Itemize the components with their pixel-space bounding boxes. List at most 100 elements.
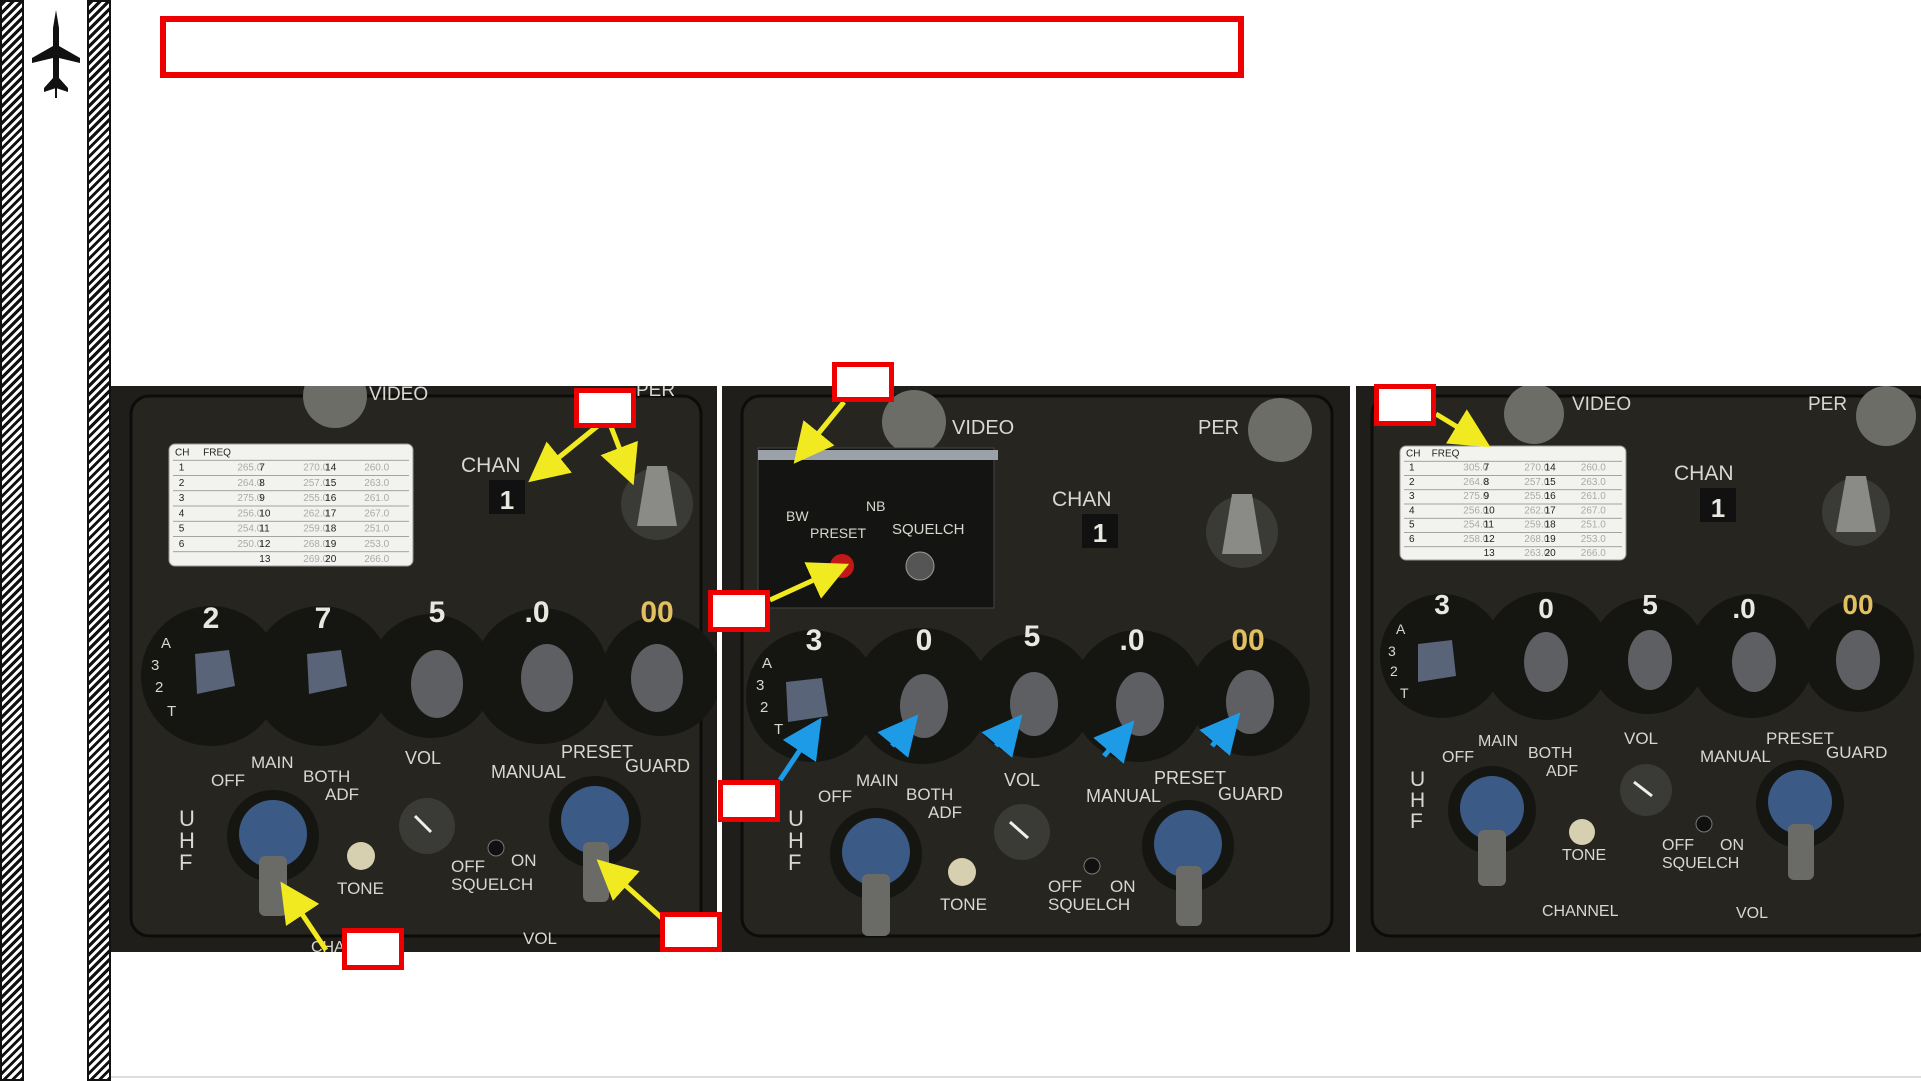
- callout-box-5: [342, 928, 404, 970]
- callout-box-4: [718, 780, 780, 822]
- uhf-panel-1-graphic: VIDEO PER CH FREQ1 265.07 270.014 260.02 264.…: [111, 386, 717, 952]
- freq-knob-2[interactable]: [1524, 632, 1568, 692]
- table-freq-cell: 266.0: [1581, 548, 1606, 559]
- table-channel-cell: 9: [259, 493, 265, 504]
- freq-knob-4[interactable]: [1116, 672, 1164, 736]
- freq-knob-2[interactable]: [900, 674, 948, 738]
- per-label: PER: [1808, 394, 1847, 415]
- squelch-on-label: ON: [1110, 877, 1136, 896]
- squelch-off-label: OFF: [1048, 877, 1082, 896]
- freq-digit-5: 00: [640, 596, 673, 629]
- callout-box-3: [708, 590, 770, 632]
- table-channel-cell: 12: [1484, 534, 1496, 545]
- table-channel-cell: 15: [1545, 477, 1557, 488]
- preset-toggle-label: PRESET: [810, 525, 866, 541]
- freq-knob-5[interactable]: [1226, 670, 1274, 734]
- both-label: BOTH: [1528, 745, 1572, 762]
- table-channel-cell: 12: [259, 539, 271, 550]
- table-channel-cell: 16: [325, 493, 337, 504]
- table-channel-cell: 7: [1484, 463, 1490, 474]
- uhf-panel-3: VIDEO PER CH FREQ 1 305.0 7 270.0 14 260.0 2 264.…: [1356, 386, 1921, 952]
- freq-digit-5: 00: [1231, 624, 1264, 657]
- table-freq-cell: 251.0: [364, 524, 389, 535]
- freq-digit-3: 5: [1024, 620, 1041, 653]
- uhf-panel-2-graphic: VIDEO PER BW NB PRESET SQUELCH CHAN 1 3 …: [722, 386, 1350, 952]
- table-channel-cell: 20: [1545, 548, 1557, 559]
- freq-knob-5[interactable]: [1836, 630, 1880, 690]
- table-channel-cell: 3: [1409, 491, 1415, 502]
- squelch-toggle[interactable]: [905, 551, 935, 581]
- vol-label: VOL: [1004, 770, 1040, 790]
- freq-knob-3[interactable]: [1010, 672, 1058, 736]
- squelch-switch[interactable]: [1695, 815, 1713, 833]
- selector-letter-2: 2: [760, 699, 768, 716]
- table-freq-cell: 253.0: [364, 539, 389, 550]
- tone-button[interactable]: [1569, 819, 1595, 845]
- tone-button[interactable]: [347, 842, 375, 870]
- table-channel-cell: 2: [179, 478, 185, 489]
- guard-label: GUARD: [1218, 784, 1283, 804]
- vol-label: VOL: [1624, 729, 1658, 748]
- freq-digit-2: 0: [916, 624, 933, 657]
- table-channel-cell: 10: [1484, 505, 1496, 516]
- table-freq-cell: 251.0: [1581, 520, 1606, 531]
- table-channel-cell: 4: [179, 508, 185, 519]
- freq-digit-4: .0: [524, 596, 549, 629]
- table-channel-cell: 9: [1484, 491, 1490, 502]
- table-channel-cell: 14: [1545, 463, 1557, 474]
- table-channel-cell: 4: [1409, 505, 1415, 516]
- table-channel-cell: 2: [1409, 477, 1415, 488]
- freq-digit-5: 00: [1842, 589, 1873, 620]
- selector-letter-a: A: [1396, 621, 1406, 637]
- per-label: PER: [1198, 417, 1239, 439]
- squelch-switch[interactable]: [1083, 857, 1101, 875]
- table-freq-cell: 267.0: [364, 508, 389, 519]
- preset-red-button[interactable]: [830, 554, 854, 578]
- callout-box-6: [660, 912, 722, 952]
- channel-label: CHANNEL: [1542, 903, 1619, 920]
- freq-knob-4[interactable]: [521, 644, 573, 712]
- squelch-switch[interactable]: [487, 839, 505, 857]
- freq-digit-4: .0: [1119, 624, 1144, 657]
- table-freq-cell: 253.0: [1581, 534, 1606, 545]
- table-channel-cell: 17: [1545, 505, 1557, 516]
- adf-label: ADF: [928, 803, 962, 822]
- left-hatched-border: [0, 0, 24, 1081]
- manual-label: MANUAL: [1086, 786, 1161, 806]
- tone-label: TONE: [1562, 847, 1606, 864]
- table-channel-cell: 6: [179, 539, 185, 550]
- freq-knob-4[interactable]: [1732, 632, 1776, 692]
- selector-letter-3: 3: [151, 657, 159, 674]
- manual-label: MANUAL: [1700, 747, 1771, 766]
- freq-knob-3[interactable]: [411, 650, 463, 718]
- table-channel-cell: 5: [1409, 520, 1415, 531]
- selector-letter-2: 2: [155, 679, 163, 696]
- table-channel-cell: 10: [259, 508, 271, 519]
- nb-label: NB: [866, 498, 885, 514]
- tone-button[interactable]: [948, 858, 976, 886]
- squelch-toggle-label: SQUELCH: [892, 521, 965, 538]
- table-channel-cell: 6: [1409, 534, 1415, 545]
- table-freq-cell: 263.0: [364, 478, 389, 489]
- preset-label: PRESET: [561, 742, 633, 762]
- freq-knob-1[interactable]: [1418, 640, 1456, 682]
- freq-knob-1[interactable]: [786, 678, 828, 722]
- table-channel-cell: 11: [1484, 520, 1495, 531]
- table-channel-cell: 5: [179, 524, 185, 535]
- adf-label: ADF: [1546, 763, 1578, 780]
- table-freq-cell: 260.0: [364, 463, 389, 474]
- callout-box-2: [832, 362, 894, 402]
- freq-knob-5[interactable]: [631, 644, 683, 712]
- main-label: MAIN: [856, 771, 899, 790]
- freq-knob-3[interactable]: [1628, 630, 1672, 690]
- table-channel-cell: 17: [325, 508, 337, 519]
- chan-value: 1: [500, 485, 514, 515]
- off-label: OFF: [1442, 749, 1474, 766]
- freq-digit-2: 7: [315, 602, 332, 635]
- table-channel-cell: 3: [179, 493, 185, 504]
- per-label: PER: [636, 386, 675, 401]
- chan-label: CHAN: [1052, 488, 1112, 511]
- tone-label: TONE: [940, 895, 987, 914]
- bw-label: BW: [786, 508, 809, 524]
- squelch-label: SQUELCH: [451, 875, 533, 894]
